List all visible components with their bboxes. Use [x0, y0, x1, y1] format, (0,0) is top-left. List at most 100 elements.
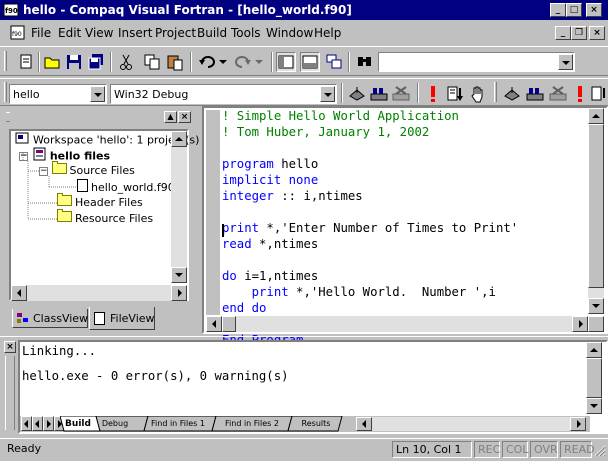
- code-line[interactable]: program hello: [222, 156, 318, 172]
- configuration-dropdown-arrow[interactable]: [320, 86, 335, 102]
- toolbar-grip[interactable]: [494, 82, 497, 102]
- project-select[interactable]: hello: [9, 84, 107, 104]
- code-line[interactable]: read *,ntimes: [222, 236, 318, 252]
- code-line[interactable]: ! Tom Huber, January 1, 2002: [222, 124, 429, 140]
- compile-icon[interactable]: [347, 84, 367, 104]
- scroll-down-button[interactable]: [586, 398, 602, 414]
- scroll-up-button[interactable]: [171, 131, 187, 147]
- menu-window[interactable]: Window: [266, 26, 313, 40]
- build-icon-2[interactable]: [525, 84, 545, 104]
- scroll-thumb[interactable]: [586, 358, 602, 398]
- stop-build-icon-2[interactable]: [548, 84, 568, 104]
- toolbar-grip[interactable]: [4, 51, 7, 71]
- menu-insert[interactable]: Insert: [118, 26, 152, 40]
- title-bar[interactable]: f90 hello - Compaq Visual Fortran - [hel…: [0, 0, 608, 20]
- scroll-left-button[interactable]: [206, 316, 222, 332]
- tree-hscrollbar[interactable]: [11, 285, 187, 301]
- panel-dock-button[interactable]: ▲: [164, 111, 177, 123]
- tab-build[interactable]: Build: [64, 417, 92, 431]
- scroll-left-button[interactable]: [11, 285, 27, 301]
- tab-find-in-files-1[interactable]: Find in Files 1: [148, 417, 208, 431]
- tree-vscrollbar[interactable]: [171, 131, 187, 283]
- scroll-right-button[interactable]: [572, 316, 588, 332]
- document-icon[interactable]: f90: [9, 24, 27, 42]
- go-icon[interactable]: [445, 84, 465, 104]
- tab-classview[interactable]: ClassView: [12, 309, 88, 328]
- scroll-thumb[interactable]: [222, 316, 236, 332]
- code-line[interactable]: end do: [222, 300, 266, 316]
- close-button[interactable]: ×: [586, 3, 602, 17]
- panel-grip[interactable]: [6, 112, 10, 122]
- project-dropdown-arrow[interactable]: [90, 86, 105, 102]
- code-line[interactable]: ! Simple Hello World Application: [222, 108, 459, 124]
- save-icon[interactable]: [64, 52, 84, 72]
- tab-debug[interactable]: Debug: [100, 417, 130, 431]
- doc-restore-button[interactable]: ❐: [571, 26, 587, 40]
- minimize-button[interactable]: _: [550, 3, 566, 17]
- scroll-down-button[interactable]: [171, 267, 187, 283]
- output-vscrollbar[interactable]: [586, 342, 602, 414]
- resize-grip-icon[interactable]: [593, 444, 606, 457]
- tab-find-in-files-2[interactable]: Find in Files 2: [220, 417, 284, 431]
- tab-scroll-first[interactable]: [21, 416, 32, 431]
- menu-tools[interactable]: Tools: [231, 26, 261, 40]
- code-line[interactable]: implicit none: [222, 172, 318, 188]
- undo-icon[interactable]: [197, 52, 217, 72]
- tab-results[interactable]: Results: [296, 417, 336, 431]
- tab-scroll-prev[interactable]: [32, 416, 43, 431]
- redo-dropdown-icon[interactable]: [255, 58, 263, 66]
- code-line[interactable]: print *,'Enter Number of Times to Print': [222, 220, 518, 236]
- output-toggle-icon[interactable]: [300, 52, 320, 72]
- doc-minimize-button[interactable]: _: [555, 26, 571, 40]
- output-close-button[interactable]: ×: [4, 341, 16, 353]
- find-combobox[interactable]: [378, 52, 575, 72]
- find-dropdown-arrow[interactable]: [558, 54, 573, 70]
- code-line[interactable]: integer :: i,ntimes: [222, 188, 363, 204]
- scroll-thumb[interactable]: [588, 124, 604, 288]
- save-all-icon[interactable]: [86, 52, 106, 72]
- scroll-up-button[interactable]: [588, 108, 604, 124]
- build-icon[interactable]: [369, 84, 389, 104]
- scroll-right-button[interactable]: [570, 417, 586, 431]
- output-grip[interactable]: [5, 356, 15, 430]
- menu-build[interactable]: Build: [197, 26, 227, 40]
- menu-project[interactable]: Project: [155, 26, 196, 40]
- code-line[interactable]: do i=1,ntimes: [222, 268, 318, 284]
- hand-pointer-icon[interactable]: [468, 84, 488, 104]
- toolbar-grip[interactable]: [4, 82, 7, 102]
- stop-build-icon[interactable]: [391, 84, 411, 104]
- scroll-left-button[interactable]: [356, 417, 372, 431]
- menu-file[interactable]: File: [31, 26, 51, 40]
- workspace-toggle-icon[interactable]: [276, 52, 296, 72]
- file-tree[interactable]: Workspace 'hello': 1 project(s) − hello …: [9, 129, 199, 301]
- scroll-down-button[interactable]: [588, 298, 604, 314]
- copy-icon[interactable]: [142, 52, 162, 72]
- undo-dropdown-icon[interactable]: [219, 58, 227, 66]
- find-in-files-icon[interactable]: [355, 52, 375, 72]
- compile-icon-2[interactable]: [502, 84, 522, 104]
- menu-edit[interactable]: Edit: [58, 26, 81, 40]
- editor-hscrollbar[interactable]: [206, 316, 588, 332]
- menu-help[interactable]: Help: [314, 26, 341, 40]
- app-icon[interactable]: f90: [3, 2, 19, 18]
- doc-close-button[interactable]: ×: [589, 26, 605, 40]
- editor-margin[interactable]: [206, 110, 220, 315]
- maximize-button[interactable]: □: [566, 3, 582, 17]
- scroll-up-button[interactable]: [586, 342, 602, 358]
- code-line[interactable]: print *,'Hello World. Number ',i: [222, 284, 496, 300]
- cut-icon[interactable]: [116, 52, 136, 72]
- execute-icon-2[interactable]: [570, 84, 590, 104]
- new-text-file-icon[interactable]: [16, 52, 36, 72]
- configuration-select[interactable]: Win32 Debug: [110, 84, 337, 104]
- go-icon-2[interactable]: [589, 84, 608, 104]
- tab-fileview[interactable]: FileView: [89, 307, 155, 330]
- execute-icon[interactable]: [423, 84, 443, 104]
- paste-icon[interactable]: [165, 52, 185, 72]
- scroll-right-button[interactable]: [171, 285, 187, 301]
- output-hscrollbar[interactable]: [356, 417, 586, 431]
- window-list-icon[interactable]: [324, 52, 344, 72]
- redo-icon[interactable]: [233, 52, 253, 72]
- open-folder-icon[interactable]: [42, 52, 62, 72]
- editor-vscrollbar[interactable]: [588, 108, 604, 314]
- panel-close-button[interactable]: ×: [178, 111, 191, 123]
